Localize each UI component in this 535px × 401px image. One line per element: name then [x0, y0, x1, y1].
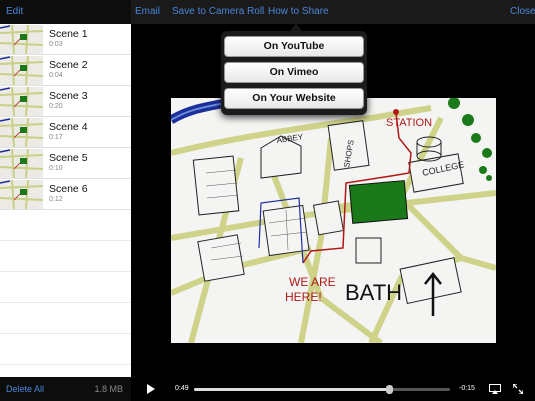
share-vimeo-button[interactable]: On Vimeo — [224, 62, 364, 83]
save-to-camera-roll-button[interactable]: Save to Camera Roll — [172, 6, 264, 17]
share-youtube-button[interactable]: On YouTube — [224, 36, 364, 57]
scene-row[interactable]: Scene 4 0:17 — [0, 117, 131, 148]
scene-duration: 0:20 — [49, 103, 63, 110]
empty-row — [0, 272, 131, 303]
delete-all-button[interactable]: Delete All — [6, 384, 44, 394]
scene-row[interactable]: Scene 5 0:10 — [0, 148, 131, 179]
scene-list: Scene 1 0:03 Scene 2 0:04 Scene 3 0:20 S… — [0, 24, 131, 377]
current-time: 0:49 — [175, 385, 189, 392]
scrubber-track[interactable] — [194, 385, 450, 394]
email-button[interactable]: Email — [135, 6, 160, 17]
scene-row[interactable]: Scene 1 0:03 — [0, 24, 131, 55]
bath-label: BATH — [345, 280, 402, 305]
total-size-label: 1.8 MB — [94, 384, 123, 394]
scene-name: Scene 3 — [49, 90, 88, 102]
share-popover: On YouTube On Vimeo On Your Website — [221, 31, 367, 115]
video-frame: STATION ABBEY SHOPS COLLEGE WE ARE HERE!… — [171, 98, 496, 343]
here-label: HERE! — [285, 290, 322, 304]
station-label: STATION — [386, 117, 432, 129]
scene-duration: 0:12 — [49, 196, 63, 203]
hand-drawn-map: STATION ABBEY SHOPS COLLEGE WE ARE HERE!… — [171, 98, 496, 343]
scene-row[interactable]: Scene 3 0:20 — [0, 86, 131, 117]
how-to-share-button[interactable]: How to Share — [268, 6, 329, 17]
empty-row — [0, 334, 131, 365]
scrubber-progress — [194, 388, 389, 391]
sidebar-footer: Delete All 1.8 MB — [0, 377, 131, 401]
scene-name: Scene 2 — [49, 59, 88, 71]
app-window: Edit Email Save to Camera Roll How to Sh… — [0, 0, 535, 401]
scene-row[interactable]: Scene 6 0:12 — [0, 179, 131, 210]
fullscreen-icon[interactable] — [513, 384, 523, 394]
play-icon[interactable] — [147, 384, 155, 394]
share-website-button[interactable]: On Your Website — [224, 88, 364, 109]
scene-duration: 0:17 — [49, 134, 63, 141]
scrubber-knob[interactable] — [385, 385, 393, 394]
edit-button[interactable]: Edit — [6, 6, 23, 17]
empty-row — [0, 241, 131, 272]
remaining-time: -0:15 — [459, 385, 475, 392]
scene-name: Scene 6 — [49, 183, 88, 195]
scene-name: Scene 1 — [49, 28, 88, 40]
scene-thumbnail — [0, 149, 43, 178]
top-toolbar: Edit Email Save to Camera Roll How to Sh… — [0, 0, 535, 24]
scene-thumbnail — [0, 180, 43, 209]
scene-duration: 0:10 — [49, 165, 63, 172]
scene-duration: 0:03 — [49, 41, 63, 48]
close-button[interactable]: Close — [510, 6, 535, 17]
scene-duration: 0:04 — [49, 72, 63, 79]
scene-thumbnail — [0, 87, 43, 116]
scene-thumbnail — [0, 118, 43, 147]
scene-name: Scene 5 — [49, 152, 88, 164]
scene-name: Scene 4 — [49, 121, 88, 133]
scene-row[interactable]: Scene 2 0:04 — [0, 55, 131, 86]
park-area — [348, 180, 409, 224]
scene-thumbnail — [0, 25, 43, 54]
playback-controls: 0:49 -0:15 — [131, 377, 535, 401]
we-are-label: WE ARE — [289, 275, 336, 289]
airplay-icon[interactable] — [489, 384, 501, 394]
empty-row — [0, 210, 131, 241]
scene-thumbnail — [0, 56, 43, 85]
empty-row — [0, 303, 131, 334]
